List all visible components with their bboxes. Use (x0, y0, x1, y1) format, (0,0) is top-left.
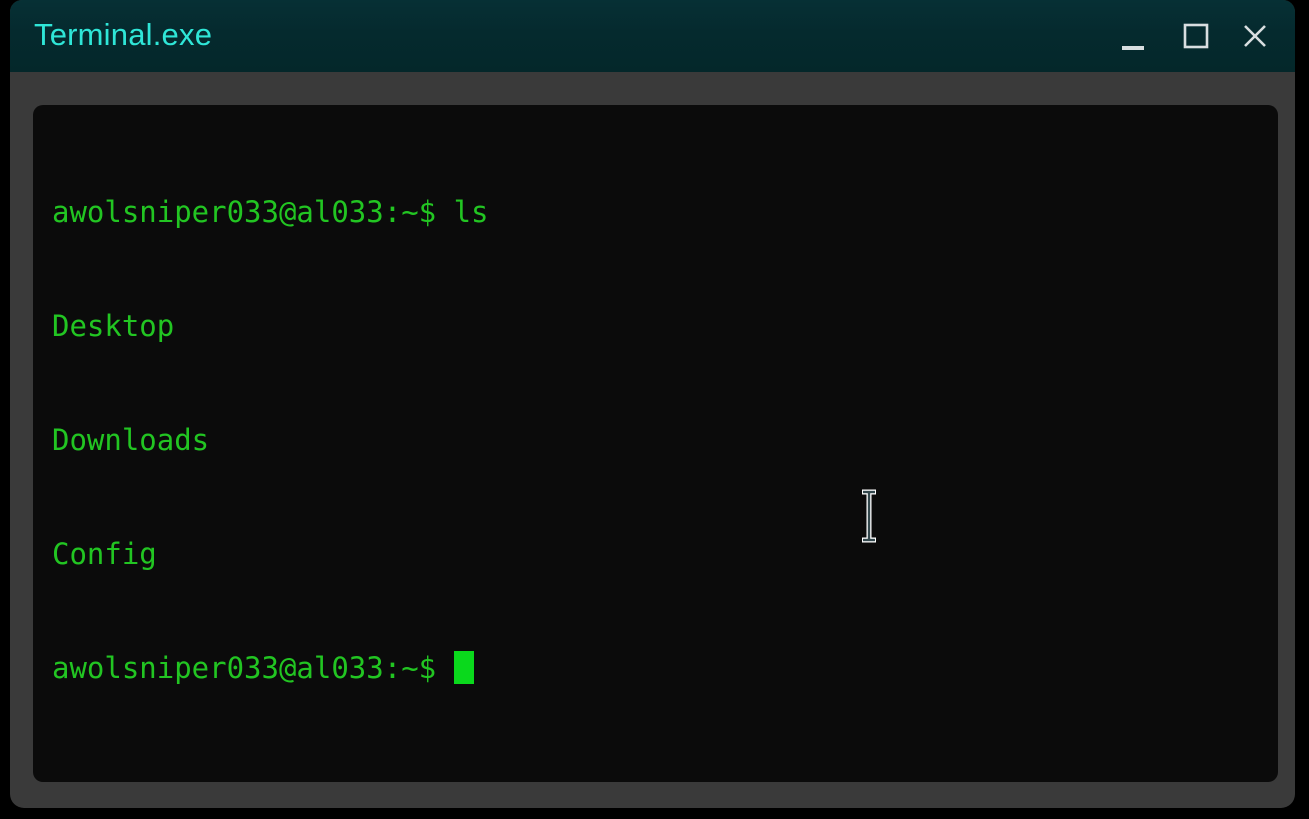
window-title: Terminal.exe (34, 17, 213, 52)
terminal-line: Downloads (52, 421, 1272, 459)
terminal-line-text: Config (52, 537, 157, 571)
minimize-button[interactable] (1111, 14, 1155, 58)
terminal-line-text: Desktop (52, 309, 175, 343)
maximize-icon (1183, 23, 1209, 49)
minimize-icon (1122, 46, 1144, 50)
terminal-prompt-line: awolsniper033@al033:~$ (52, 649, 1272, 687)
terminal-line: awolsniper033@al033:~$ ls (52, 193, 1272, 231)
terminal-line: Config (52, 535, 1272, 573)
close-icon (1244, 25, 1266, 47)
terminal-output: awolsniper033@al033:~$ ls Desktop Downlo… (52, 117, 1272, 763)
terminal-screen[interactable]: awolsniper033@al033:~$ ls Desktop Downlo… (33, 105, 1278, 782)
terminal-line-text: Downloads (52, 423, 210, 457)
window-title-bar[interactable]: Terminal.exe (10, 0, 1295, 72)
terminal-window: Terminal.exe awolsniper033@al033:~$ ls D… (10, 0, 1295, 808)
terminal-line-text: awolsniper033@al033:~$ (52, 651, 454, 685)
terminal-line-text: awolsniper033@al033:~$ ls (52, 195, 489, 229)
text-cursor-block (453, 651, 474, 684)
terminal-line: Desktop (52, 307, 1272, 345)
close-button[interactable] (1233, 14, 1277, 58)
maximize-button[interactable] (1174, 14, 1218, 58)
